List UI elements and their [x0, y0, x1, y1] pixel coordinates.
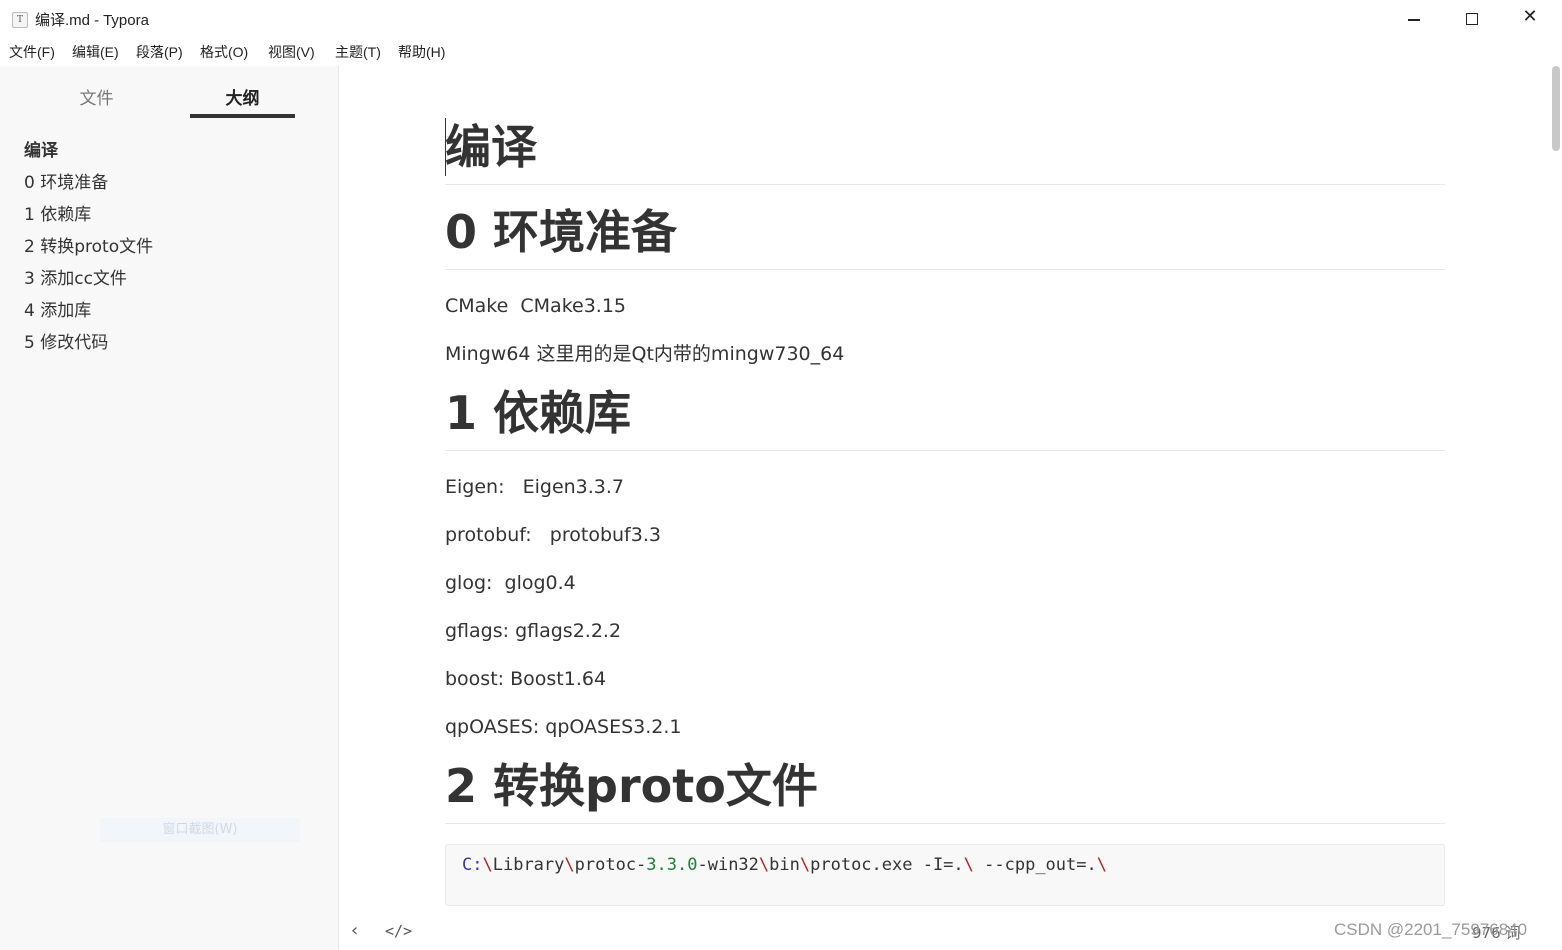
title-bar: T 编译.md - Typora ✕	[0, 0, 1562, 38]
outline-item[interactable]: 4 添加库	[24, 298, 153, 330]
source-code-icon[interactable]: </>	[385, 922, 412, 940]
menu-edit[interactable]: 编辑(E)	[72, 42, 119, 62]
code-block[interactable]: C:\Library\protoc-3.3.0-win32\bin\protoc…	[445, 844, 1445, 906]
paragraph[interactable]: qpOASES: qpOASES3.2.1	[445, 703, 1445, 751]
tab-files[interactable]: 文件	[44, 84, 149, 109]
outline-list: 编译 0 环境准备 1 依赖库 2 转换proto文件 3 添加cc文件 4 添…	[24, 138, 153, 362]
document-content[interactable]: 编译 0 环境准备 CMake CMake3.15 Mingw64 这里用的是Q…	[445, 112, 1445, 906]
vertical-scrollbar[interactable]	[1549, 66, 1562, 950]
screenshot-hint: 窗口截图(W)	[100, 818, 300, 842]
minimize-icon	[1408, 19, 1420, 21]
maximize-button[interactable]	[1443, 0, 1501, 38]
outline-item[interactable]: 2 转换proto文件	[24, 234, 153, 266]
paragraph[interactable]: boost: Boost1.64	[445, 655, 1445, 703]
outline-item[interactable]: 5 修改代码	[24, 330, 153, 362]
menu-paragraph[interactable]: 段落(P)	[136, 42, 183, 62]
menu-help[interactable]: 帮助(H)	[398, 42, 445, 62]
active-tab-indicator	[190, 114, 295, 118]
menu-view[interactable]: 视图(V)	[268, 42, 315, 62]
menu-bar: 文件(F) 编辑(E) 段落(P) 格式(O) 视图(V) 主题(T) 帮助(H…	[0, 38, 1562, 66]
close-icon: ✕	[1522, 6, 1538, 27]
watermark: CSDN @2201_75976840	[1334, 920, 1528, 939]
scrollbar-thumb[interactable]	[1552, 66, 1560, 151]
paragraph[interactable]: CMake CMake3.15	[445, 282, 1445, 330]
typora-icon: T	[12, 12, 28, 28]
heading-deps[interactable]: 1 依赖库	[445, 378, 1445, 451]
outline-item[interactable]: 编译	[24, 138, 153, 170]
heading-proto[interactable]: 2 转换proto文件	[445, 751, 1445, 824]
paragraph[interactable]: Eigen: Eigen3.3.7	[445, 463, 1445, 511]
paragraph[interactable]: gflags: gflags2.2.2	[445, 607, 1445, 655]
outline-item[interactable]: 1 依赖库	[24, 202, 153, 234]
editor-pane[interactable]: 编译 0 环境准备 CMake CMake3.15 Mingw64 这里用的是Q…	[339, 66, 1549, 950]
outline-item[interactable]: 3 添加cc文件	[24, 266, 153, 298]
maximize-icon	[1466, 13, 1478, 25]
menu-theme[interactable]: 主题(T)	[335, 42, 381, 62]
menu-format[interactable]: 格式(O)	[200, 42, 248, 62]
heading-env[interactable]: 0 环境准备	[445, 197, 1445, 270]
paragraph[interactable]: glog: glog0.4	[445, 559, 1445, 607]
menu-file[interactable]: 文件(F)	[9, 42, 55, 62]
code-line: C:\Library\protoc-3.3.0-win32\bin\protoc…	[462, 855, 1107, 875]
outline-item[interactable]: 0 环境准备	[24, 170, 153, 202]
window-title: 编译.md - Typora	[35, 12, 149, 29]
minimize-button[interactable]	[1385, 0, 1443, 38]
paragraph[interactable]: Mingw64 这里用的是Qt内带的mingw730_64	[445, 330, 1445, 378]
chevron-left-icon[interactable]: ‹	[351, 920, 358, 941]
heading-title[interactable]: 编译	[445, 112, 1445, 185]
close-button[interactable]: ✕	[1501, 0, 1559, 38]
tab-outline[interactable]: 大纲	[190, 84, 295, 109]
sidebar: 文件 大纲 编译 0 环境准备 1 依赖库 2 转换proto文件 3 添加cc…	[0, 66, 339, 950]
paragraph[interactable]: protobuf: protobuf3.3	[445, 511, 1445, 559]
